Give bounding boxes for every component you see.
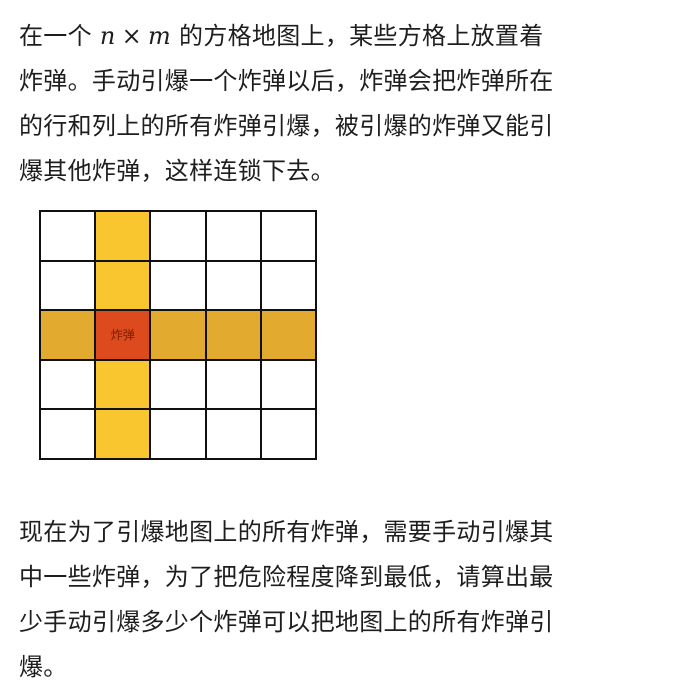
intro-line-2: 炸弹。手动引爆一个炸弹以后，炸弹会把炸弹所在 — [19, 67, 554, 95]
problem-question: 现在为了引爆地图上的所有炸弹，需要手动引爆其 中一些炸弹，为了把危险程度降到最低… — [19, 510, 669, 690]
grid-cell — [41, 261, 97, 312]
grid-cell — [206, 410, 262, 460]
highlighted-row-cell — [261, 311, 317, 361]
bomb-grid-figure: 炸弹 — [39, 210, 317, 460]
grid-size-formula: n × m — [100, 22, 171, 50]
grid-cell — [151, 410, 207, 460]
bomb-cell: 炸弹 — [96, 311, 152, 361]
question-line-4: 爆。 — [19, 653, 68, 681]
grid-cell — [151, 261, 207, 312]
math-times: × — [121, 22, 143, 50]
grid-cell — [41, 410, 97, 460]
highlighted-column-cell — [96, 212, 152, 262]
grid-cell — [41, 212, 97, 262]
intro-line-3: 的行和列上的所有炸弹引爆，被引爆的炸弹又能引 — [19, 112, 554, 140]
question-line-3: 少手动引爆多少个炸弹可以把地图上的所有炸弹引 — [19, 608, 554, 636]
intro-line-1-text: 在一个 — [19, 22, 100, 50]
grid-cell — [206, 212, 262, 262]
grid-cell — [261, 212, 317, 262]
grid-cell — [261, 360, 317, 411]
intro-line-1: 在一个 n × m 的方格地图上，某些方格上放置着 — [19, 14, 669, 59]
grid-cell — [151, 360, 207, 411]
highlighted-row-cell — [41, 311, 97, 361]
grid-cell — [206, 261, 262, 312]
problem-intro: 在一个 n × m 的方格地图上，某些方格上放置着 炸弹。手动引爆一个炸弹以后，炸弹… — [19, 14, 669, 194]
highlighted-row-cell — [151, 311, 207, 361]
highlighted-column-cell — [96, 410, 152, 460]
math-m: m — [148, 22, 172, 50]
highlighted-row-cell — [206, 311, 262, 361]
math-n: n — [99, 22, 116, 50]
grid-cell — [41, 360, 97, 411]
intro-line-1-rest: 的方格地图上，某些方格上放置着 — [171, 22, 544, 50]
grid-cell — [261, 410, 317, 460]
grid-cell — [151, 212, 207, 262]
grid-cell — [261, 261, 317, 312]
question-line-2: 中一些炸弹，为了把危险程度降到最低，请算出最 — [19, 563, 554, 591]
question-line-1: 现在为了引爆地图上的所有炸弹，需要手动引爆其 — [19, 518, 554, 546]
highlighted-column-cell — [96, 360, 152, 411]
grid-cell — [206, 360, 262, 411]
highlighted-column-cell — [96, 261, 152, 312]
intro-line-4: 爆其他炸弹，这样连锁下去。 — [19, 157, 335, 185]
